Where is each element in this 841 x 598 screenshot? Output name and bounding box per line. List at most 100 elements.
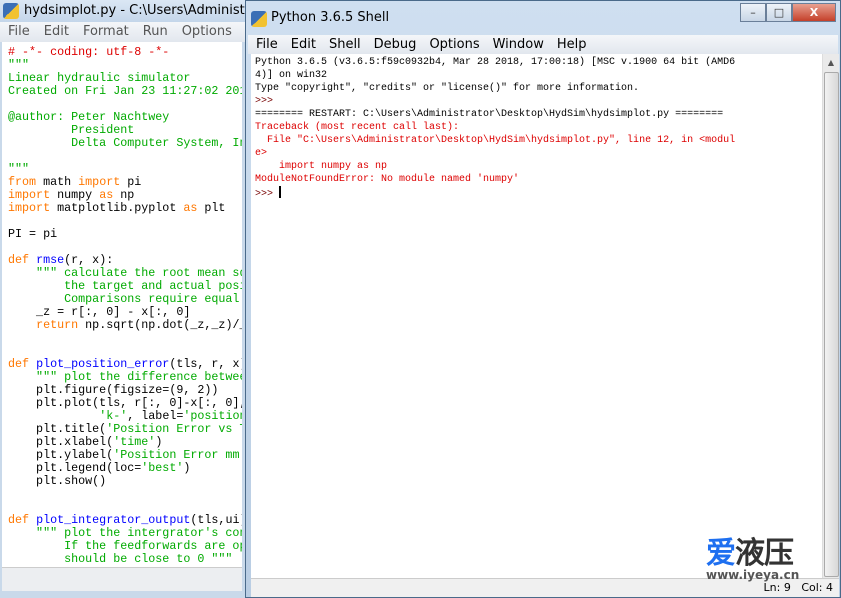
menu-options[interactable]: Options <box>174 22 238 42</box>
token-plain: plt.ylabel( <box>8 448 114 462</box>
token-str: Comparisons require equal <box>8 292 240 306</box>
editor-window: hydsimplot.py - C:\Users\Administrator\D… <box>0 0 246 598</box>
menu-options[interactable]: Options <box>421 35 484 54</box>
token-kw: import <box>78 175 121 189</box>
text-line: >>> <box>255 95 822 108</box>
token-plain: (tls, r, x): <box>169 357 242 371</box>
menu-window[interactable]: Window <box>485 35 549 54</box>
menu-debug[interactable]: Debug <box>366 35 422 54</box>
token-kw: return <box>36 318 79 332</box>
text-line: e> <box>255 147 822 160</box>
maximize-button[interactable]: □ <box>766 3 792 22</box>
menu-shell[interactable]: Shell <box>321 35 366 54</box>
token-kw: def <box>8 253 30 267</box>
text-line: File "C:\Users\Administrator\Desktop\Hyd… <box>255 134 822 147</box>
text-line: 4)] on win32 <box>255 69 822 82</box>
token-plain: numpy <box>50 188 100 202</box>
text-line: import numpy as np <box>255 160 822 173</box>
token-plain: plt.plot(tls, r[:, 0]-x[:, 0], <box>8 396 242 410</box>
token-plain: _z = r[:, 0] - x[:, 0] <box>8 305 191 319</box>
token-err: File "C:\Users\Administrator\Desktop\Hyd… <box>255 135 736 146</box>
token-str: Created on Fri Jan 23 11:27:02 2015 <box>8 84 242 98</box>
menu-window[interactable]: Window <box>238 22 245 42</box>
shell-output[interactable]: Python 3.6.5 (v3.6.5:f59c0932b4, Mar 28 … <box>251 54 822 578</box>
watermark-logo: 爱液压 www.iyeya.cn <box>706 538 836 588</box>
text-line: # -*- coding: utf-8 -*- <box>8 46 242 59</box>
token-str: 'k-' <box>99 409 128 423</box>
menu-format[interactable]: Format <box>75 22 135 42</box>
token-plain: ) <box>155 435 163 449</box>
token-plain: pi <box>120 175 142 189</box>
token-str: """ <box>8 58 30 72</box>
token-str: the target and actual position <box>64 279 242 293</box>
text-line: return np.sqrt(np.dot(_z,_z)/_ <box>8 319 242 332</box>
token-out: Type "copyright", "credits" or "license(… <box>255 83 640 94</box>
menu-file[interactable]: File <box>0 22 36 42</box>
code-editor[interactable]: # -*- coding: utf-8 -*- """ Linear hydraul… <box>2 42 242 567</box>
token-str: should be close to 0 """ <box>8 552 233 566</box>
scroll-up-arrow-icon[interactable]: ▲ <box>823 54 839 71</box>
token-plain: np <box>113 188 135 202</box>
menu-help[interactable]: Help <box>549 35 592 54</box>
token-plain: , label= <box>127 409 184 423</box>
text-line <box>8 332 242 345</box>
scrollbar-thumb[interactable] <box>824 72 839 577</box>
token-str: """ plot the difference between <box>8 370 242 384</box>
token-str: Linear hydraulic simulator <box>8 71 191 85</box>
python-shell-icon <box>251 11 267 27</box>
token-plain: np.sqrt(np.dot(_z,_z)/_ <box>78 318 242 332</box>
menu-file[interactable]: File <box>248 35 283 54</box>
close-button[interactable]: X <box>792 3 836 22</box>
text-line: Created on Fri Jan 23 11:27:02 2015 <box>8 85 242 98</box>
editor-title-bar[interactable]: hydsimplot.py - C:\Users\Administrator\D… <box>0 0 245 22</box>
token-err: import numpy as np <box>255 161 388 172</box>
minimize-button[interactable]: – <box>740 3 766 22</box>
token-plain: plt.show() <box>8 474 107 488</box>
text-line: Type "copyright", "credits" or "license(… <box>255 82 822 95</box>
editor-menu-bar: FileEditFormatRunOptionsWindow <box>0 22 245 42</box>
python-file-icon <box>3 3 19 19</box>
token-kw: def <box>8 357 30 371</box>
text-line: plt.show() <box>8 475 242 488</box>
token-str: @author: Peter Nachtwey <box>8 110 170 124</box>
text-line: Python 3.6.5 (v3.6.5:f59c0932b4, Mar 28 … <box>255 56 822 69</box>
token-plain: plt.legend(loc= <box>8 461 142 475</box>
token-def: plot_position_error <box>36 357 170 371</box>
token-plain: plt <box>197 201 226 215</box>
token-plain: plt.xlabel( <box>8 435 114 449</box>
token-str: """ <box>8 162 30 176</box>
token-str: President <box>8 123 135 137</box>
token-err: e> <box>255 148 268 159</box>
token-str: 'position <box>183 409 242 423</box>
token-str: Delta Computer System, Inc. <box>8 136 242 150</box>
shell-title-bar[interactable]: Python 3.6.5 Shell – □ X <box>246 1 840 35</box>
token-str: 'Position Error vs T <box>106 422 242 436</box>
text-line: should be close to 0 """ <box>8 553 242 566</box>
token-out: Python 3.6.5 (v3.6.5:f59c0932b4, Mar 28 … <box>255 57 736 68</box>
token-kw: as <box>183 201 198 215</box>
token-def: rmse <box>36 253 65 267</box>
text-line <box>8 488 242 501</box>
token-str: 'Position Error mm' <box>113 448 242 462</box>
token-out: 4)] on win32 <box>255 70 328 81</box>
watermark-url: www.iyeya.cn <box>706 568 800 582</box>
token-plain: matplotlib.pyplot <box>50 201 184 215</box>
token-plain: plt.figure(figsize=(9, 2)) <box>8 383 219 397</box>
text-line: Delta Computer System, Inc. <box>8 137 242 150</box>
token-kw: as <box>99 188 114 202</box>
token-kw: import <box>8 188 51 202</box>
menu-edit[interactable]: Edit <box>283 35 321 54</box>
token-plain: math <box>36 175 79 189</box>
shell-menu-bar: File Edit Shell Debug Options Window Help <box>248 35 838 54</box>
token-err: ModuleNotFoundError: No module named 'nu… <box>255 174 520 185</box>
vertical-scrollbar[interactable]: ▲ <box>822 54 839 578</box>
token-plain: (r, x): <box>64 253 114 267</box>
menu-edit[interactable]: Edit <box>36 22 75 42</box>
token-cmt: # -*- coding: utf-8 -*- <box>8 45 170 59</box>
text-line: PI = pi <box>8 228 242 241</box>
text-line <box>8 150 242 163</box>
menu-run[interactable]: Run <box>135 22 174 42</box>
text-line: Traceback (most recent call last): <box>255 121 822 134</box>
